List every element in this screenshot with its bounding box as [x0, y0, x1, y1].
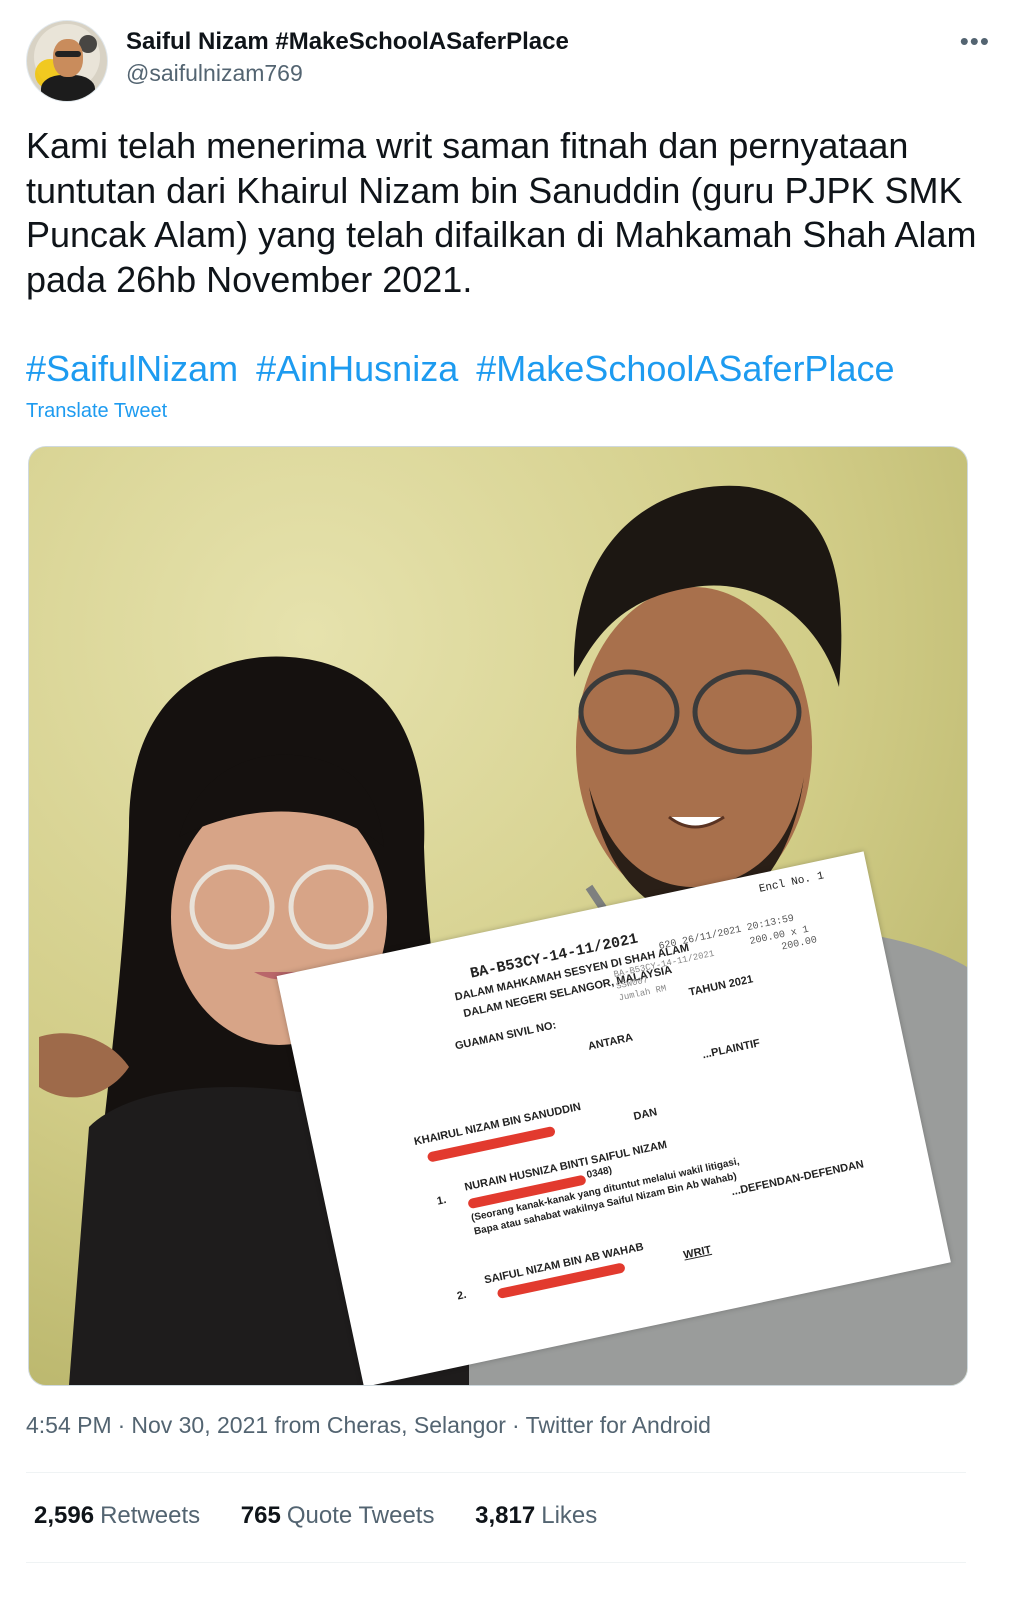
translate-tweet-link[interactable]: Translate Tweet: [26, 400, 167, 423]
doc-defendan: ...DEFENDAN-DEFENDAN: [730, 1158, 865, 1199]
doc-dan: DAN: [632, 1106, 659, 1123]
retweets-stat[interactable]: 2,596 Retweets: [34, 1502, 200, 1529]
divider: [26, 1562, 966, 1563]
likes-count: 3,817: [475, 1502, 536, 1529]
retweets-count: 2,596: [34, 1502, 95, 1529]
tweet-time[interactable]: 4:54 PM: [26, 1412, 112, 1438]
doc-plaintif: ...PLAINTIF: [701, 1037, 762, 1062]
doc-antara: ANTARA: [586, 1031, 635, 1053]
avatar-shirt: [41, 75, 95, 101]
doc-guaman-label: GUAMAN SIVIL NO:: [453, 1019, 558, 1053]
hashtag-link[interactable]: #SaifulNizam: [26, 348, 238, 389]
profile-avatar[interactable]: [26, 20, 108, 102]
quote-tweets-stat[interactable]: 765 Quote Tweets: [241, 1502, 435, 1529]
tweet-stats: 2,596 Retweets 765 Quote Tweets 3,817 Likes: [34, 1502, 631, 1530]
more-options-icon[interactable]: •••: [960, 26, 990, 57]
meta-separator: ·: [117, 1412, 126, 1438]
likes-label: Likes: [541, 1502, 598, 1529]
hashtag-link[interactable]: #MakeSchoolASaferPlace: [476, 348, 894, 389]
likes-stat[interactable]: 3,817 Likes: [475, 1502, 597, 1529]
doc-encl-number: Encl No. 1: [758, 870, 826, 896]
tweet-metadata: 4:54 PM · Nov 30, 2021 from Cheras, Selang…: [26, 1412, 711, 1439]
doc-item1-number: 1.: [435, 1193, 448, 1208]
tweet-client[interactable]: Twitter for Android: [526, 1412, 711, 1438]
tweet-header: Saiful Nizam #MakeSchoolASaferPlace @sai…: [26, 20, 990, 102]
meta-separator: ·: [511, 1412, 520, 1438]
avatar-face: [53, 39, 83, 77]
divider: [26, 1472, 966, 1473]
tweet-text: Kami telah menerima writ saman fitnah da…: [26, 125, 977, 300]
retweets-label: Retweets: [100, 1502, 201, 1529]
quote-tweets-label: Quote Tweets: [286, 1502, 435, 1529]
hashtag-link[interactable]: #AinHusniza: [256, 348, 458, 389]
avatar-glasses: [55, 51, 81, 57]
quote-tweets-count: 765: [240, 1502, 281, 1529]
doc-tahun: TAHUN 2021: [687, 973, 755, 999]
doc-writ-title: WRIT: [682, 1243, 713, 1262]
tweet-location[interactable]: from Cheras, Selangor: [275, 1412, 506, 1438]
tweet-photo[interactable]: Encl No. 1 BA-B53CY-14-11/2021 DALAM MAH…: [28, 446, 968, 1386]
hashtag-list: #SaifulNizam #AinHusniza #MakeSchoolASaf…: [26, 348, 903, 390]
tweet-date[interactable]: Nov 30, 2021: [131, 1412, 268, 1438]
doc-item2-number: 2.: [456, 1288, 468, 1303]
author-handle[interactable]: @saifulnizam769: [126, 60, 303, 87]
author-display-name[interactable]: Saiful Nizam #MakeSchoolASaferPlace: [126, 28, 569, 56]
